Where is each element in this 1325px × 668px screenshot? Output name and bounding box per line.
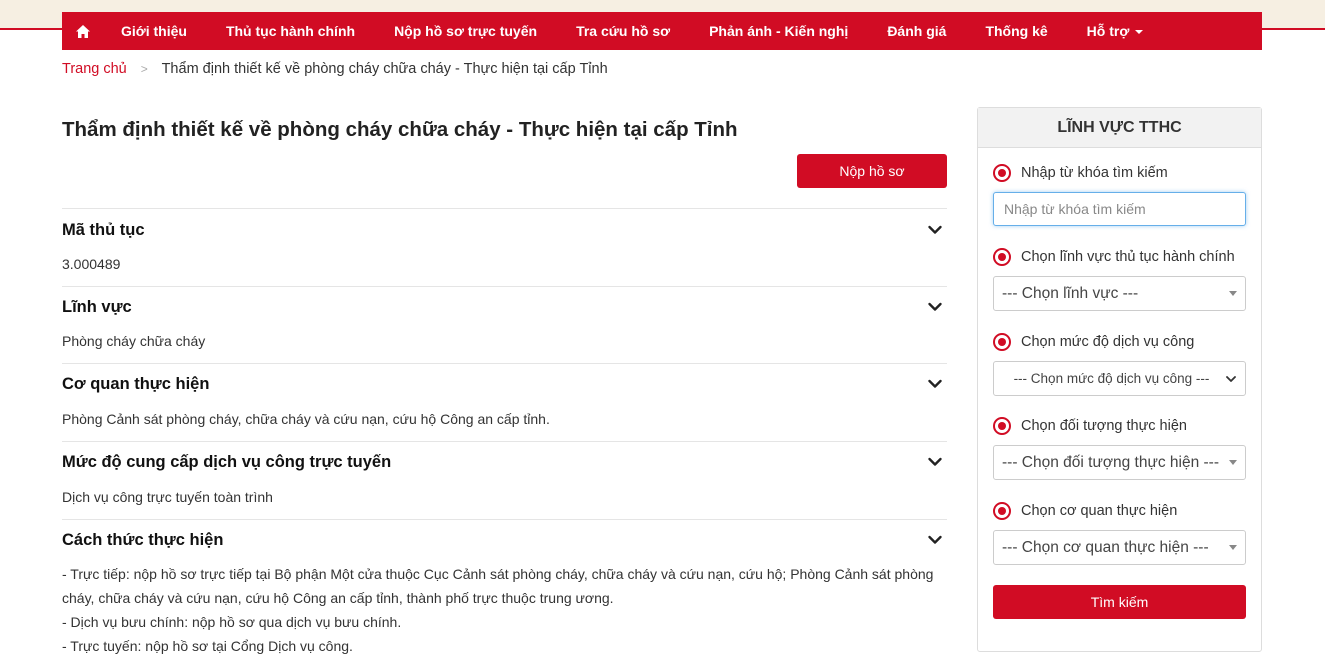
radio-label: Chọn mức độ dịch vụ công: [1021, 334, 1195, 350]
section-title: Mức độ cung cấp dịch vụ công trực tuyến: [62, 452, 392, 471]
section-body: Dịch vụ công trực tuyến toàn trình: [62, 485, 947, 509]
radio-label: Chọn đối tượng thực hiện: [1021, 418, 1187, 434]
chevron-down-icon: [928, 457, 942, 466]
chevron-down-icon: [928, 379, 942, 388]
nav-item-phan-anh-kien-nghi[interactable]: Phản ánh - Kiến nghị: [709, 12, 848, 50]
keyword-search-input[interactable]: [993, 192, 1246, 226]
radio-checked-icon: [993, 417, 1011, 435]
chevron-down-icon: [928, 302, 942, 311]
section-divider: [62, 286, 947, 287]
section-text: Dịch vụ công trực tuyến toàn trình: [62, 489, 273, 505]
field-select[interactable]: --- Chọn lĩnh vực ---: [993, 276, 1246, 311]
section-title: Lĩnh vực: [62, 297, 132, 316]
radio-agency[interactable]: Chọn cơ quan thực hiện: [993, 501, 1177, 521]
section-divider: [62, 363, 947, 364]
sidebar-title: LĨNH VỰC TTHC: [978, 108, 1261, 148]
section-text: - Trực tuyến: nộp hồ sơ tại Cổng Dịch vụ…: [62, 638, 353, 654]
section-body: Phòng cháy chữa cháy: [62, 329, 947, 353]
section-header-cach-thuc-thuc-hien[interactable]: Cách thức thực hiện: [62, 528, 947, 552]
radio-label: Chọn lĩnh vực thủ tục hành chính: [1021, 249, 1235, 265]
nav-item-nop-ho-so-truc-tuyen[interactable]: Nộp hồ sơ trực tuyến: [394, 12, 537, 50]
select-value: --- Chọn cơ quan thực hiện ---: [1002, 538, 1209, 556]
nav-item-gioi-thieu[interactable]: Giới thiệu: [121, 12, 187, 50]
radio-label: Chọn cơ quan thực hiện: [1021, 503, 1178, 519]
section-divider: [62, 519, 947, 520]
nav-home-button[interactable]: [64, 12, 102, 50]
breadcrumb-current: Thẩm định thiết kế về phòng cháy chữa ch…: [161, 61, 608, 77]
section-header-muc-do-cung-cap[interactable]: Mức độ cung cấp dịch vụ công trực tuyến: [62, 450, 947, 474]
radio-checked-icon: [993, 333, 1011, 351]
nav-item-ho-tro-label: Hỗ trợ: [1086, 23, 1130, 39]
nav-item-danh-gia[interactable]: Đánh giá: [887, 12, 946, 50]
radio-target[interactable]: Chọn đối tượng thực hiện: [993, 416, 1187, 436]
radio-checked-icon: [993, 248, 1011, 266]
chevron-down-icon: [1226, 375, 1236, 382]
section-title: Mã thủ tục: [62, 220, 145, 239]
radio-level[interactable]: Chọn mức độ dịch vụ công: [993, 332, 1194, 352]
home-icon: [76, 24, 90, 38]
section-header-co-quan-thuc-hien[interactable]: Cơ quan thực hiện: [62, 372, 947, 396]
section-text: - Dịch vụ bưu chính: nộp hồ sơ qua dịch …: [62, 614, 402, 630]
radio-keyword[interactable]: Nhập từ khóa tìm kiếm: [993, 163, 1168, 183]
chevron-down-icon: [928, 535, 942, 544]
select-value: --- Chọn mức độ dịch vụ công ---: [1013, 371, 1210, 386]
radio-checked-icon: [993, 502, 1011, 520]
agency-select[interactable]: --- Chọn cơ quan thực hiện ---: [993, 530, 1246, 565]
dropdown-arrow-icon: [1229, 545, 1237, 550]
section-header-linh-vuc[interactable]: Lĩnh vực: [62, 295, 947, 319]
select-value: --- Chọn lĩnh vực ---: [1002, 284, 1139, 302]
nav-item-thong-ke[interactable]: Thống kê: [985, 12, 1047, 50]
main-navbar: Giới thiệu Thủ tục hành chính Nộp hồ sơ …: [62, 12, 1262, 50]
section-divider: [62, 208, 947, 209]
chevron-down-icon: [928, 225, 942, 234]
breadcrumb-home-link[interactable]: Trang chủ: [62, 61, 127, 77]
dropdown-arrow-icon: [1229, 291, 1237, 296]
section-body: - Trực tiếp: nộp hồ sơ trực tiếp tại Bộ …: [62, 562, 947, 658]
target-select[interactable]: --- Chọn đối tượng thực hiện ---: [993, 445, 1246, 480]
caret-down-icon: [1135, 30, 1144, 35]
section-title: Cách thức thực hiện: [62, 530, 224, 549]
section-text: 3.000489: [62, 256, 121, 272]
sidebar-filter-panel: LĨNH VỰC TTHC Nhập từ khóa tìm kiếm Chọn…: [977, 107, 1262, 652]
nav-item-tra-cuu-ho-so[interactable]: Tra cứu hồ sơ: [576, 12, 670, 50]
section-text: Phòng Cảnh sát phòng cháy, chữa cháy và …: [62, 411, 550, 427]
section-text: - Trực tiếp: nộp hồ sơ trực tiếp tại Bộ …: [62, 566, 934, 606]
section-divider: [62, 441, 947, 442]
search-button[interactable]: Tìm kiếm: [993, 585, 1246, 619]
radio-field[interactable]: Chọn lĩnh vực thủ tục hành chính: [993, 247, 1235, 267]
nav-item-ho-tro[interactable]: Hỗ trợ: [1087, 12, 1144, 50]
select-value: --- Chọn đối tượng thực hiện ---: [1002, 453, 1219, 471]
breadcrumb: Trang chủ > Thẩm định thiết kế về phòng …: [62, 60, 608, 78]
submit-dossier-button[interactable]: Nộp hồ sơ: [797, 154, 947, 188]
page-title: Thẩm định thiết kế về phòng cháy chữa ch…: [62, 118, 738, 141]
section-body: 3.000489: [62, 252, 947, 276]
nav-item-thu-tuc-hanh-chinh[interactable]: Thủ tục hành chính: [226, 12, 355, 50]
breadcrumb-separator: >: [140, 62, 148, 76]
dropdown-arrow-icon: [1229, 460, 1237, 465]
section-title: Cơ quan thực hiện: [62, 374, 210, 393]
section-text: Phòng cháy chữa cháy: [62, 333, 206, 349]
service-level-select[interactable]: --- Chọn mức độ dịch vụ công ---: [993, 361, 1246, 396]
section-body: Phòng Cảnh sát phòng cháy, chữa cháy và …: [62, 407, 947, 431]
section-header-ma-thu-tuc[interactable]: Mã thủ tục: [62, 218, 947, 242]
radio-label: Nhập từ khóa tìm kiếm: [1021, 165, 1168, 181]
radio-checked-icon: [993, 164, 1011, 182]
